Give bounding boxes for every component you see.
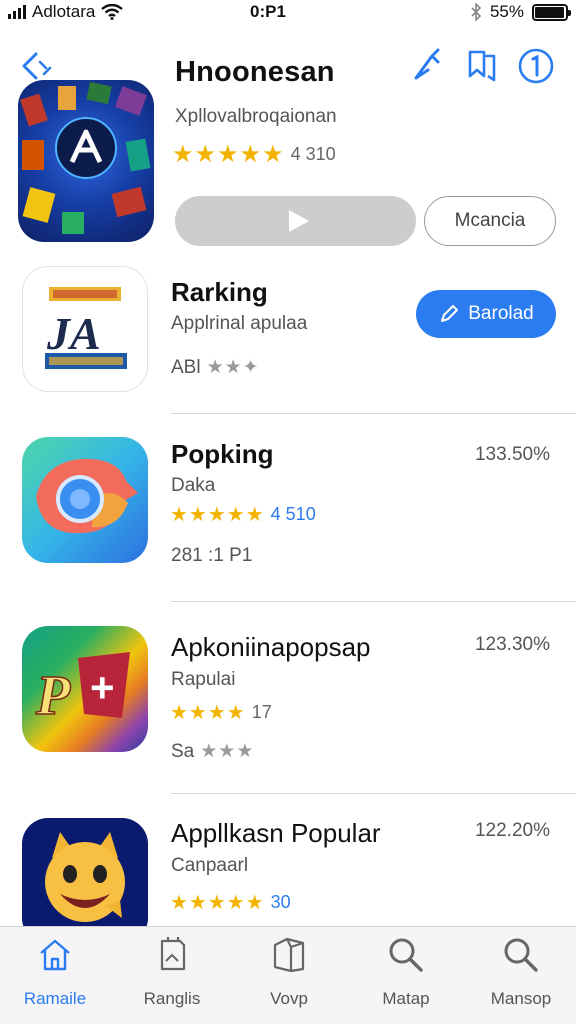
tab-vovp[interactable]: Vovp [234, 935, 344, 1021]
tab-rankings[interactable]: Ranglis [117, 935, 227, 1021]
play-icon [288, 210, 309, 232]
star-rating-icon: ★★✦ [206, 357, 260, 378]
meta-label: Sa [171, 740, 195, 762]
signal-icon [8, 5, 26, 19]
featured-action-button[interactable]: Mcancia [424, 196, 556, 246]
bookmark-icon[interactable] [462, 46, 502, 86]
app-rating-apkoniinapopsap: ★★★★ 17 [170, 700, 272, 725]
app-meta-popking: 281 :1 P1 [171, 545, 253, 566]
divider [171, 793, 576, 794]
tab-label: Matap [382, 989, 430, 1008]
star-rating-icon: ★★★★★ [170, 504, 265, 526]
meta-label: ABl [171, 356, 201, 378]
share-icon[interactable] [408, 46, 448, 86]
tab-matap[interactable]: Matap [351, 935, 461, 1021]
tab-bar: Ramaile Ranglis Vovp Matap Mansop [0, 926, 576, 1024]
status-bar: Adlotara 0:P1 55% [0, 0, 576, 26]
featured-app-icon[interactable] [18, 80, 154, 242]
box-icon [273, 937, 305, 973]
tab-label: Ramaile [23, 989, 87, 1008]
app-rating-appllkasn-popular: ★★★★★ 30 [170, 890, 291, 915]
play-button[interactable] [175, 196, 416, 246]
star-rating-icon: ★★★★★ [170, 892, 265, 914]
pencil-icon [441, 305, 459, 322]
home-icon [40, 939, 70, 971]
wifi-icon [101, 4, 124, 20]
divider [171, 413, 576, 414]
tab-label: Ranglis [143, 989, 201, 1008]
download-button[interactable]: Barolad [416, 290, 556, 338]
download-button-label: Barolad [468, 303, 534, 324]
featured-app-title: Hnoonesan [175, 56, 335, 88]
tab-mansop[interactable]: Mansop [466, 935, 576, 1021]
bluetooth-icon [471, 3, 482, 21]
clock: 0:P1 [250, 2, 286, 21]
svg-text:JA: JA [46, 308, 101, 359]
app-icon-popking[interactable] [22, 437, 148, 563]
app-subtitle-appllkasn-popular: Canpaarl [171, 855, 249, 876]
app-title-apkoniinapopsap: Apkoniinapopsap [171, 632, 371, 662]
document-icon [160, 937, 186, 971]
app-title-rarking: Rarking [171, 277, 268, 307]
search-icon [504, 938, 538, 972]
app-icon-rarking[interactable]: JA [22, 266, 148, 392]
star-rating-icon: ★★★ [200, 741, 255, 762]
tab-label: Mansop [490, 989, 552, 1008]
rating-count: 4 510 [270, 504, 316, 524]
tab-home[interactable]: Ramaile [0, 935, 110, 1021]
tab-label: Vovp [270, 989, 308, 1008]
rating-count: 4 310 [290, 144, 336, 164]
app-meta-apkoniinapopsap: Sa ★★★ [171, 740, 254, 763]
svg-text:+: + [90, 664, 115, 711]
status-right: 55% [470, 2, 571, 22]
app-title-popking: Popking [171, 439, 274, 469]
featured-rating: ★★★★★ 4 310 [172, 140, 336, 169]
app-meta-rarking: ABl ★★✦ [171, 356, 260, 379]
battery-percent: 55% [489, 2, 524, 21]
battery-level [535, 6, 564, 18]
app-icon-apkoniinapopsap[interactable]: P + [22, 626, 148, 752]
divider [171, 601, 576, 602]
search-icon [389, 938, 423, 972]
svg-text:P: P [35, 665, 71, 727]
app-percent-popking: 133.50% [474, 444, 550, 465]
app-subtitle-rarking: Applrinal apulaa [171, 313, 308, 334]
app-percent-apkoniinapopsap: 123.30% [474, 634, 550, 655]
rating-count: 17 [251, 702, 272, 722]
info-icon[interactable] [516, 46, 556, 86]
star-rating-icon: ★★★★ [170, 702, 246, 724]
carrier-label: Adlotara [32, 2, 96, 21]
status-left: Adlotara [8, 2, 124, 22]
app-rating-popking: ★★★★★ 4 510 [170, 502, 316, 527]
star-rating-icon: ★★★★★ [172, 141, 285, 168]
app-percent-appllkasn-popular: 122.20% [474, 820, 550, 841]
featured-app-subtitle: Xpllovalbroqaionan [175, 106, 337, 127]
app-subtitle-apkoniinapopsap: Rapulai [171, 669, 236, 690]
app-subtitle-popking: Daka [171, 475, 216, 496]
battery-icon [532, 3, 571, 21]
rating-count: 30 [270, 892, 291, 912]
app-title-appllkasn-popular: Appllkasn Popular [171, 818, 381, 848]
